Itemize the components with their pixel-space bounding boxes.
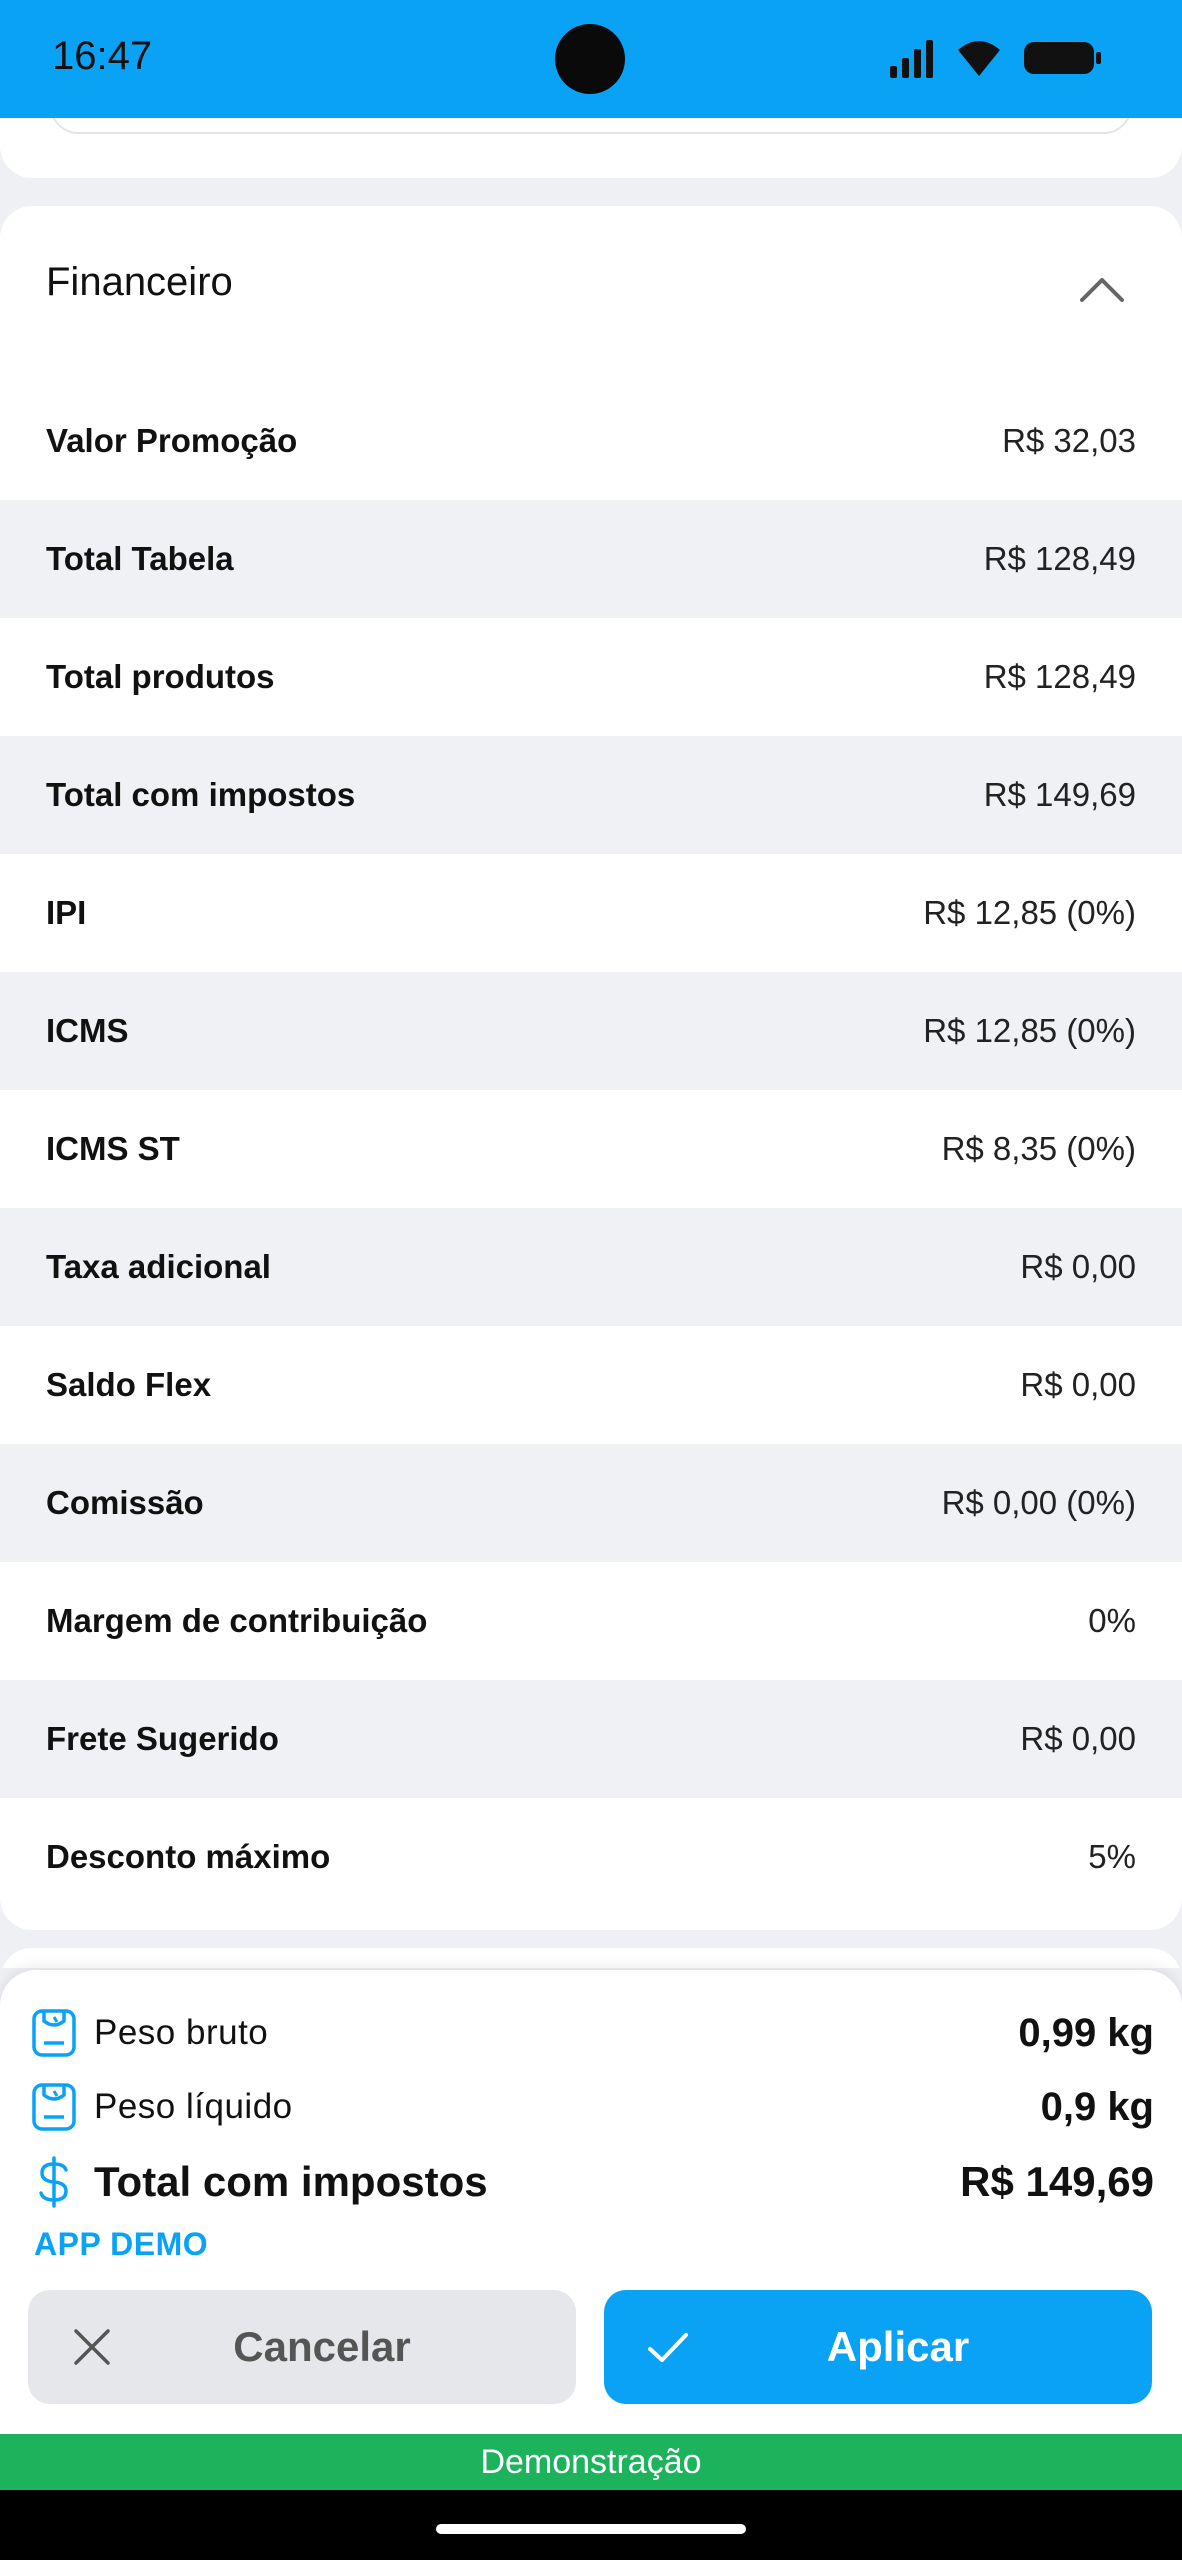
row-label: Desconto máximo bbox=[46, 1838, 331, 1875]
summary-peso-liquido: Peso líquido 0,9 kg bbox=[0, 2074, 1182, 2140]
row-label: IPI bbox=[46, 894, 87, 931]
apply-button[interactable]: Aplicar bbox=[604, 2290, 1152, 2404]
row-total-tabela: Total Tabela R$ 128,49 bbox=[0, 500, 1182, 618]
chevron-up-icon[interactable] bbox=[1070, 258, 1134, 322]
row-value: R$ 12,85 (0%) bbox=[923, 894, 1136, 931]
close-icon bbox=[74, 2329, 110, 2365]
row-comissao: Comissão R$ 0,00 (0%) bbox=[0, 1444, 1182, 1562]
signal-icon bbox=[890, 40, 933, 78]
row-value: R$ 128,49 bbox=[983, 658, 1136, 695]
row-label: Taxa adicional bbox=[46, 1248, 271, 1285]
status-icons bbox=[890, 40, 1101, 78]
row-label: Total com impostos bbox=[46, 776, 356, 813]
row-label: Frete Sugerido bbox=[46, 1720, 279, 1757]
system-nav-bar bbox=[0, 2490, 1182, 2560]
financeiro-rows: Valor Promoção R$ 32,03 Total Tabela R$ … bbox=[0, 382, 1182, 1916]
row-label: ICMS bbox=[46, 1012, 129, 1049]
row-desconto-maximo: Desconto máximo 5% bbox=[0, 1798, 1182, 1916]
scroll-content[interactable]: Financeiro Valor Promoção R$ 32,03 Total… bbox=[0, 118, 1182, 1968]
peso-bruto-label: Peso bruto bbox=[94, 2013, 269, 2052]
row-label: Valor Promoção bbox=[46, 422, 298, 459]
summary-total: Total com impostos R$ 149,69 bbox=[0, 2146, 1182, 2218]
row-total-com-impostos: Total com impostos R$ 149,69 bbox=[0, 736, 1182, 854]
row-value: R$ 0,00 bbox=[1020, 1720, 1136, 1757]
row-frete-sugerido: Frete Sugerido R$ 0,00 bbox=[0, 1680, 1182, 1798]
row-total-produtos: Total produtos R$ 128,49 bbox=[0, 618, 1182, 736]
scale-icon bbox=[32, 2083, 76, 2131]
total-value: R$ 149,69 bbox=[960, 2158, 1154, 2205]
row-value: 0% bbox=[1088, 1602, 1136, 1639]
row-saldo-flex: Saldo Flex R$ 0,00 bbox=[0, 1326, 1182, 1444]
previous-section-field bbox=[50, 118, 1132, 134]
camera-cutout bbox=[555, 24, 625, 94]
battery-icon bbox=[1024, 42, 1101, 74]
financeiro-title: Financeiro bbox=[46, 260, 233, 304]
demo-banner: Demonstração bbox=[0, 2434, 1182, 2490]
next-section-card bbox=[0, 1948, 1182, 1968]
row-value: R$ 32,03 bbox=[1002, 422, 1136, 459]
row-label: Margem de contribuição bbox=[46, 1602, 428, 1639]
scale-icon bbox=[32, 2009, 76, 2057]
row-margem-contribuicao: Margem de contribuição 0% bbox=[0, 1562, 1182, 1680]
summary-panel: Peso bruto 0,99 kg Peso líquido 0,9 kg T… bbox=[0, 1970, 1182, 2434]
check-icon bbox=[648, 2333, 688, 2362]
financeiro-card: Financeiro Valor Promoção R$ 32,03 Total… bbox=[0, 206, 1182, 1930]
financeiro-header[interactable]: Financeiro bbox=[0, 206, 1182, 366]
row-value: R$ 0,00 bbox=[1020, 1366, 1136, 1403]
row-value: R$ 0,00 (0%) bbox=[941, 1484, 1136, 1521]
status-bar: 16:47 bbox=[0, 0, 1182, 118]
cancel-button[interactable]: Cancelar bbox=[28, 2290, 576, 2404]
status-time: 16:47 bbox=[52, 34, 153, 78]
peso-liquido-label: Peso líquido bbox=[94, 2087, 293, 2126]
row-ipi: IPI R$ 12,85 (0%) bbox=[0, 854, 1182, 972]
row-value: R$ 8,35 (0%) bbox=[941, 1130, 1136, 1167]
total-label: Total com impostos bbox=[94, 2158, 488, 2205]
row-label: Comissão bbox=[46, 1484, 204, 1521]
summary-peso-bruto: Peso bruto 0,99 kg bbox=[0, 2000, 1182, 2066]
row-icms: ICMS R$ 12,85 (0%) bbox=[0, 972, 1182, 1090]
demo-banner-text: Demonstração bbox=[480, 2442, 702, 2481]
wifi-icon bbox=[958, 41, 1000, 76]
row-icms-st: ICMS ST R$ 8,35 (0%) bbox=[0, 1090, 1182, 1208]
row-label: ICMS ST bbox=[46, 1130, 180, 1167]
row-label: Saldo Flex bbox=[46, 1366, 212, 1403]
previous-section-card bbox=[0, 118, 1182, 178]
row-valor-promocao: Valor Promoção R$ 32,03 bbox=[0, 382, 1182, 500]
row-value: R$ 128,49 bbox=[983, 540, 1136, 577]
row-label: Total produtos bbox=[46, 658, 275, 695]
row-value: R$ 149,69 bbox=[983, 776, 1136, 813]
home-indicator[interactable] bbox=[436, 2524, 746, 2534]
row-label: Total Tabela bbox=[46, 540, 234, 577]
peso-bruto-value: 0,99 kg bbox=[1018, 2010, 1154, 2055]
row-value: R$ 12,85 (0%) bbox=[923, 1012, 1136, 1049]
row-value: 5% bbox=[1088, 1838, 1136, 1875]
app-demo-label: APP DEMO bbox=[34, 2226, 209, 2262]
row-taxa-adicional: Taxa adicional R$ 0,00 bbox=[0, 1208, 1182, 1326]
peso-liquido-value: 0,9 kg bbox=[1040, 2084, 1154, 2129]
dollar-icon bbox=[39, 2156, 68, 2208]
row-value: R$ 0,00 bbox=[1020, 1248, 1136, 1285]
